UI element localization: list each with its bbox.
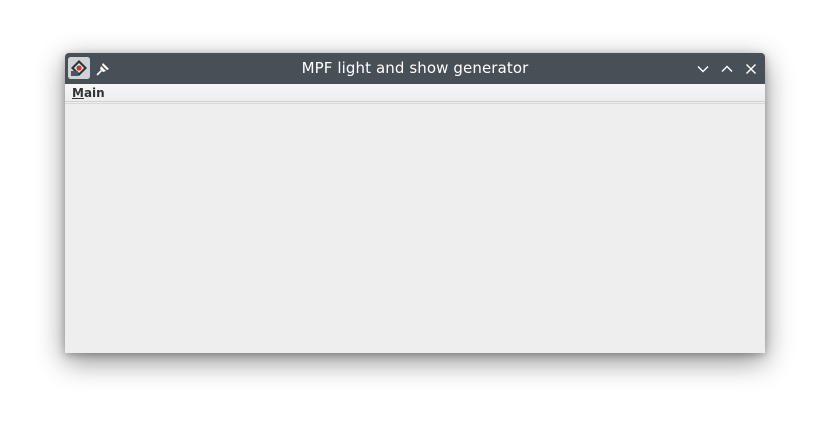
menu-main-mnemonic: M [72, 86, 84, 100]
app-window: MPF light and show generator Main [65, 53, 765, 353]
close-icon[interactable] [744, 61, 758, 75]
menu-main[interactable]: Main [71, 85, 106, 101]
title-bar[interactable]: MPF light and show generator [65, 53, 765, 84]
minimize-icon[interactable] [696, 61, 710, 75]
window-title: MPF light and show generator [301, 59, 529, 77]
maximize-icon[interactable] [720, 61, 734, 75]
content-panel [65, 104, 765, 353]
menu-bar: Main [65, 84, 765, 102]
menu-main-label: ain [83, 86, 105, 100]
pin-icon[interactable] [96, 61, 110, 76]
application-icon[interactable] [68, 57, 90, 79]
